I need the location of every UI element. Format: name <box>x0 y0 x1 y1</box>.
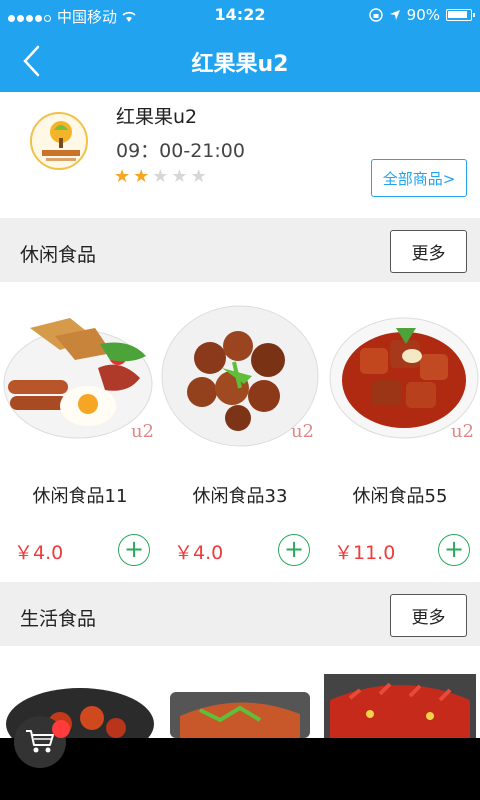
add-to-cart-button[interactable]: + <box>278 534 310 566</box>
product-price: ￥11.0 <box>334 542 396 564</box>
product-name: 休闲食品55 <box>352 486 448 507</box>
status-right-group: 90% <box>368 6 475 24</box>
product-price: ￥4.0 <box>174 542 224 564</box>
add-to-cart-button[interactable]: + <box>438 534 470 566</box>
watermark: u2 <box>290 421 314 442</box>
battery-label: 90% <box>406 6 440 24</box>
store-logo <box>30 112 88 170</box>
star-icon: ★ <box>152 166 169 187</box>
all-products-button[interactable]: 全部商品> <box>371 159 467 197</box>
store-header: 红果果u2 09：00-21:00 ★ ★ ★ ★ ★ 全部商品> <box>0 92 480 218</box>
watermark: u2 <box>450 421 474 442</box>
lock-rotation-icon <box>368 8 383 22</box>
more-button[interactable]: 更多 <box>390 594 467 637</box>
watermark: u2 <box>130 421 154 442</box>
more-button[interactable]: 更多 <box>390 230 467 273</box>
star-icon: ★ <box>114 166 131 187</box>
shopping-cart-icon <box>26 730 54 753</box>
product-list-daily-food <box>0 646 480 738</box>
section-title: 生活食品 <box>20 608 97 630</box>
nav-bar: 红果果u2 <box>0 30 480 92</box>
store-hours: 09：00-21:00 <box>116 140 245 162</box>
product-image[interactable] <box>320 670 480 738</box>
status-bar: 中国移动 14:22 90% <box>0 0 480 30</box>
section-header-snacks: 休闲食品 更多 <box>0 220 480 282</box>
star-icon: ★ <box>171 166 188 187</box>
page-title: 红果果u2 <box>191 52 289 77</box>
product-image[interactable]: u2 <box>160 298 320 448</box>
product-image[interactable]: u2 <box>0 298 160 448</box>
product-image[interactable]: u2 <box>320 298 480 448</box>
product-name: 休闲食品33 <box>192 486 288 507</box>
battery-icon <box>446 9 475 21</box>
product-image[interactable] <box>160 686 320 738</box>
section-header-daily-food: 生活食品 更多 <box>0 584 480 646</box>
bottom-bar <box>0 738 480 800</box>
location-icon <box>389 10 400 20</box>
store-name: 红果果u2 <box>116 106 198 128</box>
add-to-cart-button[interactable]: + <box>118 534 150 566</box>
rating-stars: ★ ★ ★ ★ ★ <box>114 168 207 186</box>
star-icon: ★ <box>190 166 207 187</box>
top-bar: 中国移动 14:22 90% 红果果u2 <box>0 0 480 92</box>
product-name: 休闲食品11 <box>32 486 128 507</box>
cart-badge <box>52 720 70 738</box>
section-title: 休闲食品 <box>20 244 97 266</box>
product-list-snacks: u2 休闲食品11 ￥4.0 + u2 休闲食品33 ￥4.0 + u2 休闲食… <box>0 282 480 582</box>
product-price: ￥4.0 <box>14 542 64 564</box>
star-icon: ★ <box>133 166 150 187</box>
